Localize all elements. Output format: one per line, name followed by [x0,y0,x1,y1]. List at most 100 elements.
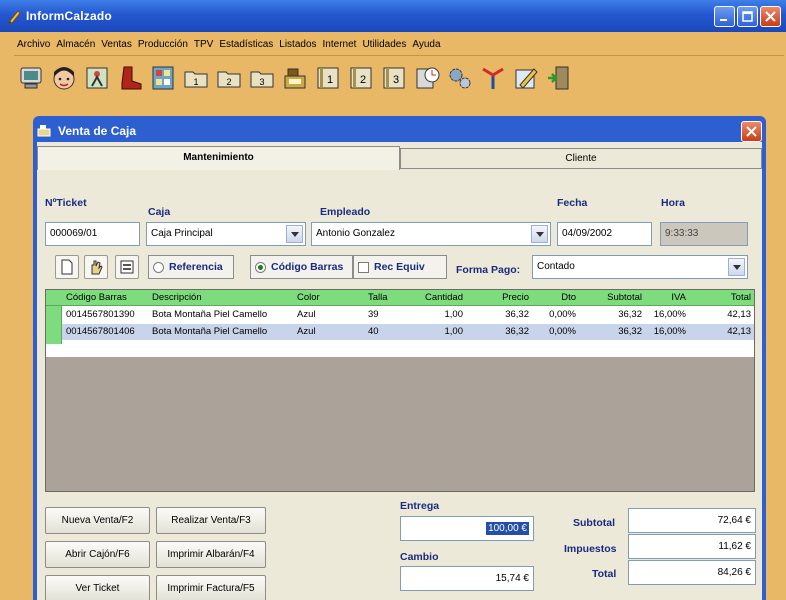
col-talla[interactable]: Talla [368,290,398,306]
caja-dropdown-button[interactable] [286,225,303,243]
menu-ventas[interactable]: Ventas [98,36,135,54]
worker-icon[interactable] [82,61,112,95]
antenna-icon[interactable] [478,61,508,95]
col-iva[interactable]: IVA [645,290,686,306]
entrega-field[interactable]: 100,00 € [400,516,534,541]
imprimir-factura-button[interactable]: Imprimir Factura/F5 [156,575,266,600]
exit-door-icon[interactable] [544,61,574,95]
empleado-dropdown-button[interactable] [531,225,548,243]
svg-text:1: 1 [327,74,333,86]
col-codigo-barras[interactable]: Código Barras [66,290,148,306]
calculator-clock-icon[interactable] [412,61,442,95]
cell-precio: 36,32 [505,309,529,320]
pencil-app-icon [7,8,23,24]
referencia-radio[interactable]: Referencia [148,255,234,279]
svg-text:3: 3 [259,77,264,87]
tab-mantenimiento[interactable]: Mantenimiento [37,146,400,170]
subtotal-field: 72,64 € [628,508,756,533]
realizar-venta-button[interactable]: Realizar Venta/F3 [156,507,266,534]
tab-cliente[interactable]: Cliente [400,148,762,168]
col-descripcion[interactable]: Descripción [152,290,292,306]
menu-ayuda[interactable]: Ayuda [409,36,443,54]
empleado-value: Antonio Gonzalez [316,228,395,239]
book-3-icon[interactable]: 3 [379,61,409,95]
cell-talla: 40 [368,326,379,337]
col-total[interactable]: Total [689,290,751,306]
close-app-button[interactable] [760,6,781,27]
forma-pago-dropdown-button[interactable] [728,258,745,276]
codigo-barras-radio-label: Código Barras [271,261,344,273]
menu-utilidades[interactable]: Utilidades [359,36,409,54]
col-cantidad[interactable]: Cantidad [403,290,463,306]
caja-select[interactable]: Caja Principal [146,222,306,246]
cell-descripcion: Bota Montaña Piel Camello [152,326,268,337]
gears-icon[interactable] [445,61,475,95]
menu-listados[interactable]: Listados [276,36,319,54]
entrega-value: 100,00 € [486,522,529,535]
forma-pago-select[interactable]: Contado [532,255,748,279]
book-1-icon[interactable]: 1 [313,61,343,95]
cash-register-small-icon [37,124,51,141]
app-titlebar[interactable]: InformCalzado [0,0,786,32]
edit-pencil-icon[interactable] [511,61,541,95]
forma-pago-label: Forma Pago: [456,264,521,276]
ticket-label: NºTicket [45,197,87,209]
blank-page-icon [61,259,73,275]
nueva-venta-button[interactable]: Nueva Venta/F2 [45,507,150,534]
table-row-selected[interactable]: 0014567801406 Bota Montaña Piel Camello … [62,324,754,340]
col-precio[interactable]: Precio [466,290,529,306]
folder-2-icon[interactable]: 2 [214,61,244,95]
grid-header: Código Barras Descripción Color Talla Ca… [46,290,754,306]
customer-face-icon[interactable] [49,61,79,95]
menu-internet[interactable]: Internet [320,36,360,54]
menu-tpv[interactable]: TPV [191,36,216,54]
col-color[interactable]: Color [297,290,337,306]
folder-1-icon[interactable]: 1 [181,61,211,95]
abrir-cajon-button[interactable]: Abrir Cajón/F6 [45,541,150,568]
codigo-barras-radio[interactable]: Código Barras [250,255,353,279]
col-dto[interactable]: Dto [532,290,576,306]
menu-produccion[interactable]: Producción [135,36,191,54]
add-item-button[interactable] [84,255,108,279]
col-subtotal[interactable]: Subtotal [579,290,642,306]
book-2-icon[interactable]: 2 [346,61,376,95]
sales-lines-grid[interactable]: Código Barras Descripción Color Talla Ca… [45,289,755,492]
fecha-field[interactable]: 04/09/2002 [557,222,652,246]
total-label: Total [592,568,617,580]
cell-subtotal: 36,32 [618,309,642,320]
impuestos-field: 11,62 € [628,534,756,559]
empleado-label: Empleado [320,206,371,218]
menu-estadisticas[interactable]: Estadísticas [216,36,276,54]
maximize-button[interactable] [737,6,758,27]
new-line-button[interactable] [55,255,79,279]
folder-3-icon[interactable]: 3 [247,61,277,95]
cell-dto: 0,00% [549,326,576,337]
cell-codigo-barras: 0014567801406 [66,326,135,337]
imprimir-albaran-button[interactable]: Imprimir Albarán/F4 [156,541,266,568]
cell-precio: 36,32 [505,326,529,337]
caja-label: Caja [148,206,171,218]
app-title: InformCalzado [26,9,112,23]
subtotal-label: Subtotal [573,517,615,529]
ver-ticket-button[interactable]: Ver Ticket [45,575,150,600]
properties-button[interactable] [115,255,139,279]
empleado-select[interactable]: Antonio Gonzalez [311,222,551,246]
table-row[interactable]: 0014567801390 Bota Montaña Piel Camello … [62,307,754,323]
boot-icon[interactable] [115,61,145,95]
fecha-label: Fecha [557,197,588,209]
cell-iva: 16,00% [653,309,686,320]
cell-total: 42,13 [727,326,751,337]
menu-archivo[interactable]: Archivo [14,36,53,54]
minimize-button[interactable] [714,6,735,27]
menu-almacen[interactable]: Almacén [53,36,98,54]
cash-register-icon[interactable] [280,61,310,95]
cell-descripcion: Bota Montaña Piel Camello [152,309,268,320]
rec-equiv-label: Rec Equiv [374,261,425,273]
rec-equiv-checkbox[interactable]: Rec Equiv [353,255,447,279]
computer-icon[interactable] [16,61,46,95]
close-dialog-button[interactable] [741,121,762,142]
ticket-field[interactable]: 000069/01 [45,222,140,246]
calculator-grid-icon[interactable] [148,61,178,95]
form-icon [120,260,134,274]
referencia-radio-circle [153,262,164,273]
